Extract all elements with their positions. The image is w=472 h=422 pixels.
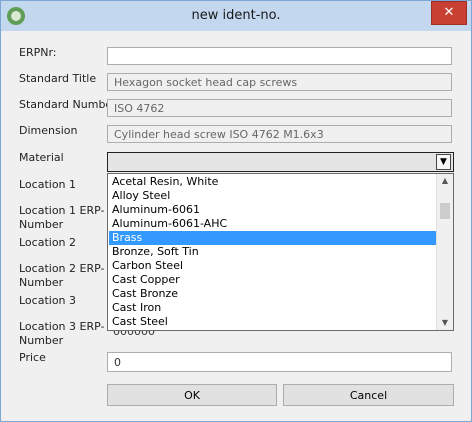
standard-title-field: Hexagon socket head cap screws [107,73,452,91]
location3-erp-label: Location 3 ERP- Number [19,320,105,347]
material-label: Material [19,151,64,164]
material-option[interactable]: Aluminum-6061-AHC [109,217,436,231]
dropdown-scrollbar[interactable]: ▲ ▼ [436,174,453,330]
material-dropdown-list[interactable]: Acetal Resin, White Alloy Steel Aluminum… [107,173,454,331]
scroll-up-icon[interactable]: ▲ [437,174,453,188]
dialog-window: new ident-no. ✕ ERPNr: Standard Title He… [0,0,472,422]
standard-number-field: ISO 4762 [107,99,452,117]
material-option-selected[interactable]: Brass [109,231,436,245]
chevron-down-icon[interactable]: ▼ [436,154,451,170]
erpnr-input[interactable] [107,47,452,65]
cancel-button[interactable]: Cancel [283,384,454,406]
material-option[interactable]: Alloy Steel [109,189,436,203]
close-button[interactable]: ✕ [431,1,467,25]
material-option[interactable]: Cast Copper [109,273,436,287]
dimension-label: Dimension [19,124,78,137]
price-input[interactable]: 0 [107,352,452,372]
material-option[interactable]: Cast Bronze [109,287,436,301]
location2-label: Location 2 [19,236,77,249]
erpnr-label: ERPNr: [19,46,57,59]
material-option[interactable]: Carbon Steel [109,259,436,273]
ok-button[interactable]: OK [107,384,277,406]
scroll-down-icon[interactable]: ▼ [437,316,453,330]
location1-erp-label: Location 1 ERP- Number [19,204,105,231]
form-panel: ERPNr: Standard Title Hexagon socket hea… [9,32,463,414]
price-label: Price [19,351,46,364]
window-title: new ident-no. [191,8,281,23]
standard-number-label: Standard Number [19,98,117,111]
location1-label: Location 1 [19,178,77,191]
dimension-field: Cylinder head screw ISO 4762 M1.6x3 [107,125,452,143]
title-bar[interactable]: new ident-no. ✕ [1,1,471,31]
scroll-thumb[interactable] [440,203,450,219]
material-select[interactable]: ▼ [107,152,454,172]
material-option[interactable]: Cast Steel [109,315,436,329]
location2-erp-label: Location 2 ERP- Number [19,262,105,289]
material-option[interactable]: Cast Iron [109,301,436,315]
standard-title-label: Standard Title [19,72,97,85]
material-option[interactable]: Acetal Resin, White [109,175,436,189]
material-option[interactable]: Aluminum-6061 [109,203,436,217]
material-option[interactable]: Bronze, Soft Tin [109,245,436,259]
location3-label: Location 3 [19,294,77,307]
